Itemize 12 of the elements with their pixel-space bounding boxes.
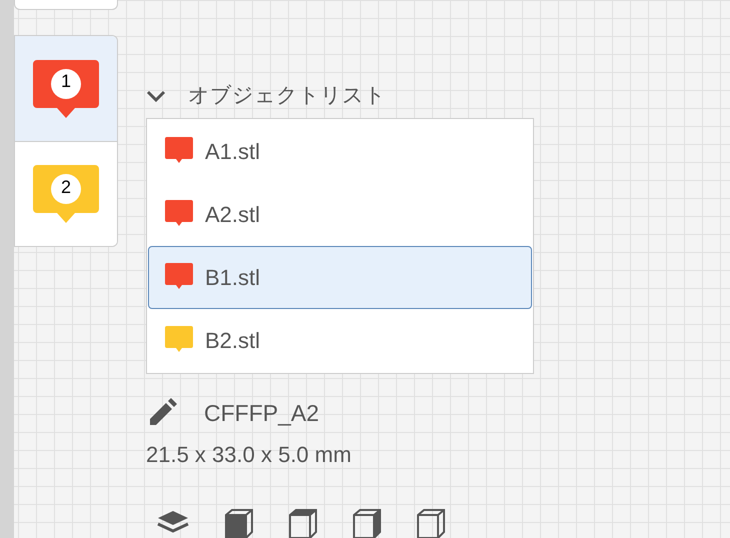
- tab-number: 2: [60, 178, 72, 196]
- object-list-item[interactable]: A2.stl: [148, 182, 532, 246]
- object-list-item[interactable]: A1.stl: [148, 120, 532, 182]
- tab-number: 1: [60, 72, 72, 90]
- object-name: CFFFP_A2: [204, 398, 320, 428]
- object-list-item[interactable]: B2.stl: [148, 308, 532, 372]
- object-list-item[interactable]: B1.stl: [148, 246, 532, 308]
- object-dimensions: 21.5 x 33.0 x 5.0 mm: [146, 441, 352, 469]
- object-tab[interactable]: 1: [15, 36, 117, 141]
- object-list-toggle[interactable]: オブジェクトリスト: [146, 80, 534, 112]
- chevron-icon: [146, 90, 166, 102]
- object-tab[interactable]: 2: [15, 141, 117, 246]
